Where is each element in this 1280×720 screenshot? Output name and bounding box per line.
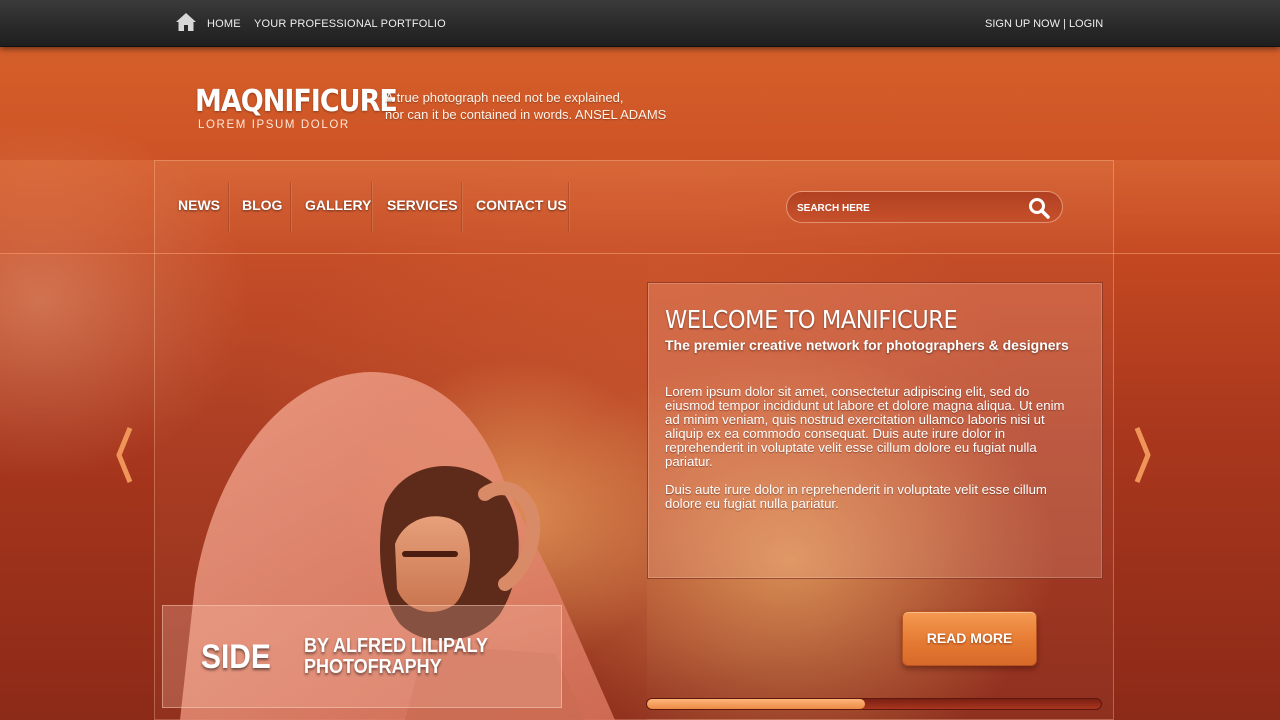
portfolio-link[interactable]: YOUR PROFESSIONAL PORTFOLIO: [254, 18, 446, 30]
logo-title[interactable]: MAQNIFICURE: [195, 84, 398, 119]
chevron-right-icon[interactable]: [1133, 426, 1153, 484]
nav-divider: [461, 182, 463, 232]
signup-login-link[interactable]: SIGN UP NOW | LOGIN: [985, 18, 1103, 30]
nav-item-services[interactable]: SERVICES: [387, 197, 458, 213]
logo-subtitle: LOREM IPSUM DOLOR: [198, 119, 350, 131]
header-quote: A true photograph need not be explained,…: [385, 89, 666, 123]
welcome-title: WELCOME TO MANIFICURE: [665, 305, 958, 334]
caption-credit-line: BY ALFRED LILIPALY: [304, 635, 489, 657]
top-bar: HOME YOUR PROFESSIONAL PORTFOLIO SIGN UP…: [0, 0, 1280, 47]
slide-progress-bar[interactable]: [646, 698, 1102, 710]
nav-divider: [228, 182, 230, 232]
chevron-left-icon[interactable]: [114, 426, 134, 484]
caption-credit: BY ALFRED LILIPALY PHOTOFRAPHY: [304, 636, 488, 678]
search-box: [786, 191, 1063, 223]
home-icon[interactable]: [175, 12, 197, 32]
welcome-paragraph: Duis aute irure dolor in reprehenderit i…: [665, 482, 1047, 511]
welcome-body: Lorem ipsum dolor sit amet, consectetur …: [665, 385, 1075, 511]
nav-item-blog[interactable]: BLOG: [242, 197, 282, 213]
nav-item-news[interactable]: NEWS: [178, 197, 220, 213]
nav-divider: [371, 182, 373, 232]
quote-line: nor can it be contained in words. ANSEL …: [385, 107, 667, 122]
welcome-subtitle: The premier creative network for photogr…: [665, 337, 1069, 353]
nav-item-contact[interactable]: CONTACT US: [476, 197, 567, 213]
caption-credit-line: PHOTOFRAPHY: [304, 656, 442, 678]
welcome-paragraph: Lorem ipsum dolor sit amet, consectetur …: [665, 384, 1065, 469]
search-icon[interactable]: [1028, 197, 1050, 219]
nav-divider: [568, 182, 570, 232]
quote-line: A true photograph need not be explained,: [385, 90, 624, 105]
slide-progress-fill: [647, 699, 865, 709]
caption-side-label: SIDE: [201, 638, 271, 676]
nav-item-gallery[interactable]: GALLERY: [305, 197, 371, 213]
nav-divider: [290, 182, 292, 232]
search-input[interactable]: [797, 199, 1017, 217]
home-link[interactable]: HOME: [207, 18, 241, 30]
read-more-button[interactable]: READ MORE: [902, 611, 1037, 666]
